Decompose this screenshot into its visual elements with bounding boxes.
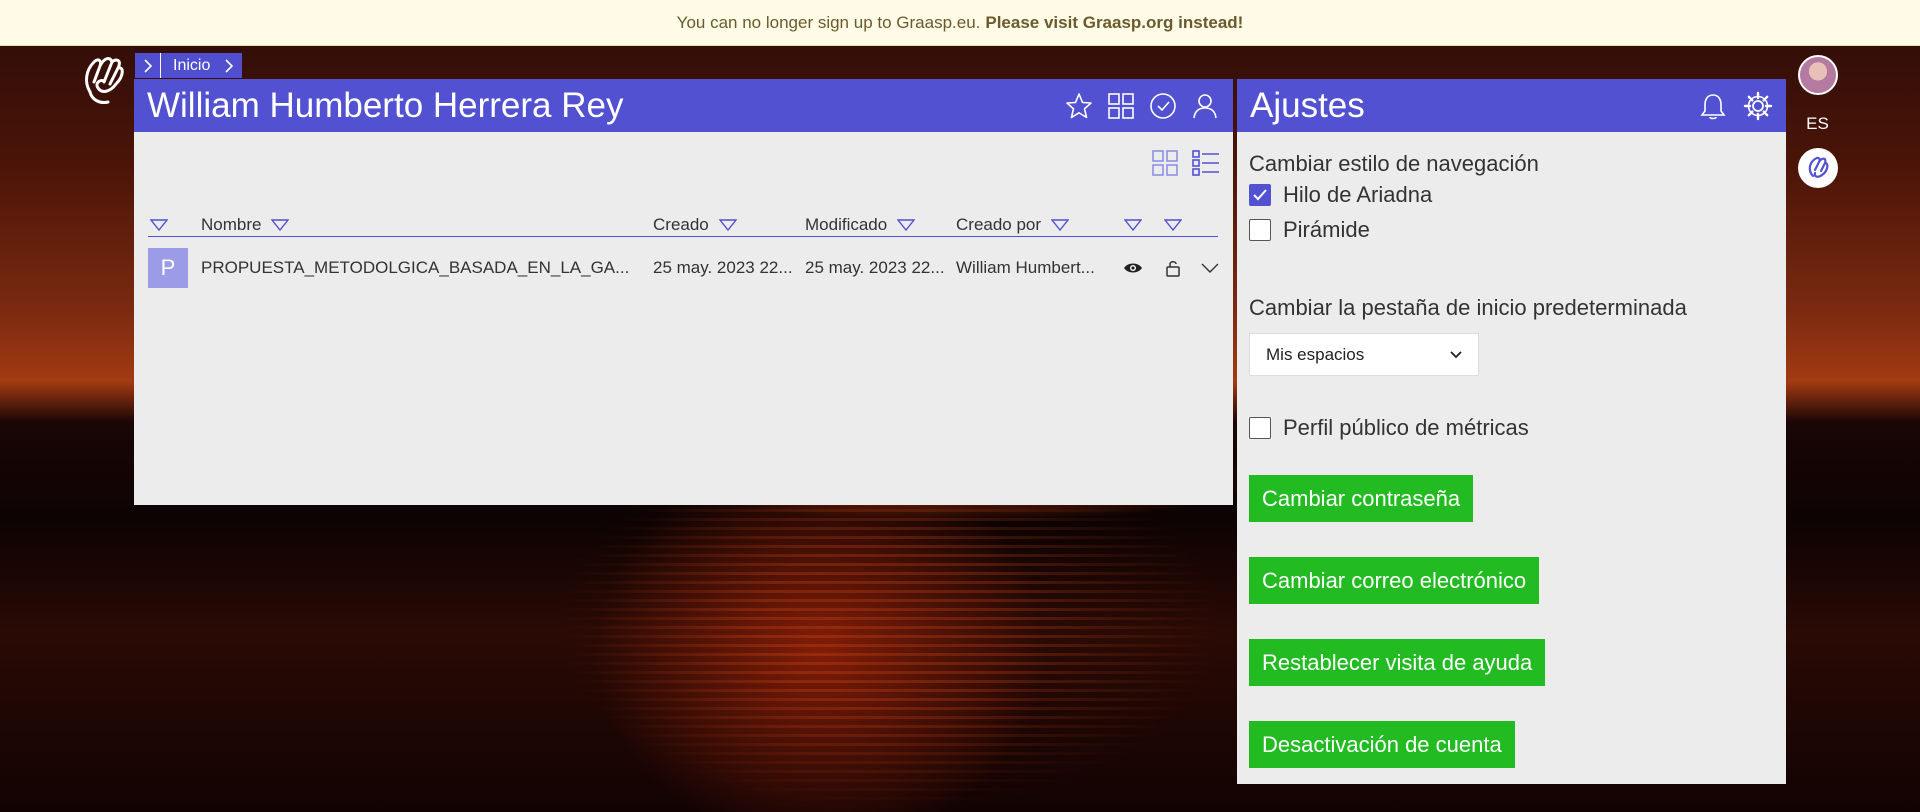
- gear-icon[interactable]: [1743, 91, 1773, 121]
- chevron-right-icon: [225, 58, 234, 73]
- graasp-app-icon[interactable]: [1797, 148, 1838, 188]
- background-sunset: [560, 500, 1220, 812]
- settings-panel: Ajustes Cambiar estilo de navegación Hil…: [1237, 79, 1786, 784]
- right-rail: ES: [1795, 55, 1840, 188]
- nav-style-label: Cambiar estilo de navegación: [1249, 151, 1539, 176]
- shared-user-icon[interactable]: [1190, 91, 1220, 121]
- triangle-down-icon: [718, 219, 737, 231]
- avatar[interactable]: [1797, 55, 1838, 95]
- checkmark-icon: [1253, 188, 1267, 200]
- metrics-profile-label: Perfil público de métricas: [1283, 414, 1529, 440]
- nav-option-pyramid[interactable]: Pirámide: [1249, 216, 1774, 243]
- chevron-down-icon: [1450, 350, 1462, 358]
- nav-option-label: Pirámide: [1283, 216, 1370, 242]
- checkbox-unchecked[interactable]: [1249, 416, 1271, 439]
- breadcrumb-home[interactable]: Inicio: [161, 53, 243, 78]
- column-header-lock[interactable]: [1164, 215, 1182, 235]
- notice-banner: You can no longer sign up to Graasp.eu. …: [0, 0, 1920, 46]
- bell-icon[interactable]: [1699, 91, 1727, 121]
- banner-bold-text: Please visit Graasp.org instead!: [985, 12, 1244, 32]
- eye-icon[interactable]: [1123, 261, 1143, 275]
- grid-view-icon[interactable]: [1151, 149, 1179, 177]
- recent-clock-icon[interactable]: [1148, 91, 1178, 121]
- item-name[interactable]: PROPUESTA_METODOLGICA_BASADA_EN_LA_GA...: [201, 248, 651, 288]
- checkbox-unchecked[interactable]: [1249, 218, 1271, 241]
- item-creator: William Humbert...: [956, 258, 1095, 277]
- triangle-down-icon: [1051, 219, 1070, 231]
- list-view-icon[interactable]: [1191, 149, 1221, 177]
- change-email-button[interactable]: Cambiar correo electrónico: [1249, 557, 1540, 604]
- nav-option-label: Hilo de Ariadna: [1283, 181, 1433, 207]
- column-header-created[interactable]: Creado: [653, 215, 737, 235]
- breadcrumb-home-label: Inicio: [173, 56, 211, 74]
- chevron-right-icon: [143, 58, 152, 73]
- item-initial-avatar: P: [148, 248, 188, 288]
- settings-panel-header: Ajustes: [1237, 79, 1786, 132]
- deactivate-account-button[interactable]: Desactivación de cuenta: [1249, 721, 1515, 768]
- items-panel-header: William Humberto Herrera Rey: [134, 79, 1233, 132]
- table-header: Nombre Creado Modificado Creado por: [148, 215, 1218, 237]
- checkbox-checked[interactable]: [1249, 183, 1271, 206]
- star-icon[interactable]: [1064, 91, 1094, 121]
- change-password-button[interactable]: Cambiar contraseña: [1249, 475, 1474, 522]
- banner-text: You can no longer sign up to Graasp.eu.: [676, 12, 981, 32]
- language-switch[interactable]: ES: [1806, 114, 1829, 134]
- apps-grid-icon[interactable]: [1106, 91, 1136, 121]
- item-modified: 25 may. 2023 22...: [805, 258, 945, 277]
- column-header-visibility[interactable]: [1124, 215, 1142, 235]
- triangle-down-icon: [1124, 219, 1142, 231]
- column-header-creator[interactable]: Creado por: [956, 215, 1070, 235]
- reset-tour-button[interactable]: Restablecer visita de ayuda: [1249, 639, 1546, 686]
- page-title: William Humberto Herrera Rey: [147, 85, 624, 125]
- triangle-down-icon: [271, 219, 290, 231]
- triangle-down-icon: [1164, 219, 1182, 231]
- default-tab-value: Mis espacios: [1266, 344, 1365, 364]
- breadcrumb: Inicio: [135, 53, 243, 78]
- item-created: 25 may. 2023 22...: [653, 258, 793, 277]
- triangle-down-icon: [897, 219, 916, 231]
- table-row[interactable]: P PROPUESTA_METODOLGICA_BASADA_EN_LA_GA.…: [148, 248, 1219, 292]
- metrics-profile-option[interactable]: Perfil público de métricas: [1249, 414, 1774, 441]
- nav-option-breadcrumb[interactable]: Hilo de Ariadna: [1249, 181, 1774, 208]
- breadcrumb-root-chevron[interactable]: [135, 53, 161, 78]
- unlock-icon[interactable]: [1165, 259, 1181, 277]
- select-all-sort[interactable]: [150, 215, 168, 235]
- settings-title: Ajustes: [1250, 85, 1365, 125]
- triangle-down-icon: [150, 219, 168, 231]
- column-header-modified[interactable]: Modificado: [805, 215, 916, 235]
- chevron-down-icon[interactable]: [1201, 262, 1219, 274]
- graasp-logo-icon[interactable]: [80, 52, 128, 108]
- default-tab-label: Cambiar la pestaña de inicio predetermin…: [1249, 295, 1687, 320]
- default-tab-select[interactable]: Mis espacios: [1249, 333, 1479, 376]
- items-panel: William Humberto Herrera Rey Nombre Crea…: [134, 79, 1233, 505]
- column-header-name[interactable]: Nombre: [201, 215, 290, 235]
